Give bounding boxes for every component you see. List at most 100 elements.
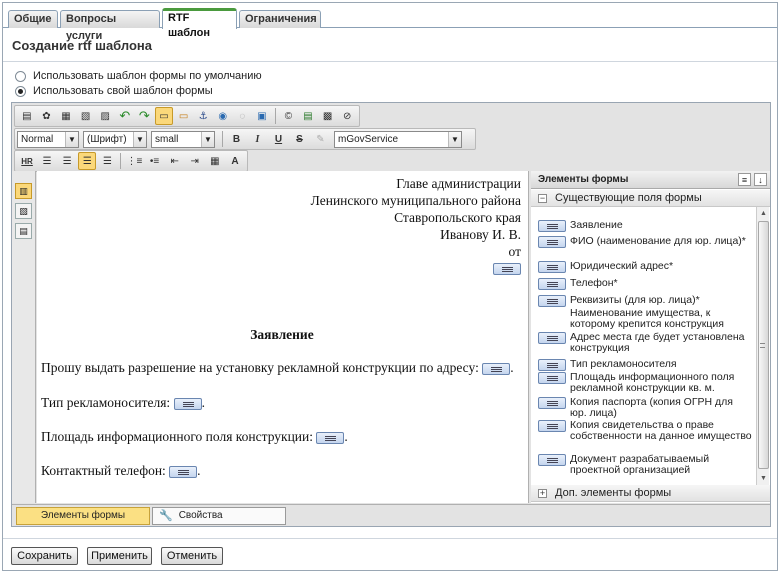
chevron-down-icon[interactable]: ▼ (65, 131, 78, 147)
new-document-icon[interactable]: ▤ (18, 107, 36, 125)
field-placeholder-icon[interactable] (173, 397, 202, 410)
align-left-icon[interactable]: ☰ (38, 152, 56, 170)
form-field-item[interactable]: Заявление (538, 220, 752, 232)
underline-button[interactable]: U (269, 130, 288, 148)
strikethrough-button[interactable]: S (290, 130, 309, 148)
form-field-item[interactable]: Реквизиты (для юр. лица)* (538, 295, 752, 307)
group-existing-fields[interactable]: − Существующие поля формы (531, 190, 770, 207)
field-icon (538, 359, 566, 371)
html-view-icon[interactable]: ▧ (15, 203, 32, 219)
font-color-icon[interactable]: ▦ (206, 152, 224, 170)
download-icon[interactable]: ↓ (754, 173, 767, 186)
tab-restrictions[interactable]: Ограничения (239, 10, 321, 28)
settings-icon[interactable]: ✿ (38, 107, 56, 125)
redo-icon[interactable]: ↷ (136, 107, 154, 125)
toolbar-row-1: ▤ ✿ ▦ ▧ ▨ ↶ ↷ ▭ ▭ ⚓ ◉ ◌ ▣ © ▤ ▩ ⊘ (14, 105, 360, 127)
font-size-select[interactable]: small ▼ (151, 130, 215, 148)
form-field-item[interactable]: Копия паспорта (копия ОГРН для юр. лица) (538, 397, 752, 419)
apply-button[interactable]: Применить (87, 547, 152, 565)
form-field-item[interactable]: Площадь информационного поля рекламной к… (538, 372, 752, 394)
undo-icon[interactable]: ↶ (116, 107, 134, 125)
field-label: Площадь информационного поля рекламной к… (570, 371, 735, 394)
field-label: Наименование имущества, к которому крепи… (570, 307, 724, 330)
field-placeholder-icon[interactable] (493, 262, 521, 275)
paste-icon[interactable]: ▦ (57, 107, 75, 125)
save-button[interactable]: Сохранить (11, 547, 78, 565)
form-field-item[interactable]: Копия свидетельства о праве собственност… (538, 420, 752, 442)
field-placeholder[interactable] (493, 260, 521, 276)
expand-icon[interactable]: + (538, 489, 547, 498)
paste-word-icon[interactable]: ▨ (96, 107, 114, 125)
tab-strip: Общие Вопросы услуги RTF шаблон Ограниче… (3, 3, 777, 42)
source-view-icon[interactable]: ▭ (155, 107, 173, 125)
field-placeholder-icon[interactable] (482, 362, 511, 375)
paragraph-suffix: . (197, 463, 201, 478)
document-canvas[interactable]: Главе администрации Ленинского муниципал… (37, 171, 529, 503)
list-view-icon[interactable]: ≡ (738, 173, 751, 186)
collapse-icon[interactable]: − (538, 194, 547, 203)
tab-label: Свойства (178, 510, 223, 521)
field-placeholder-icon[interactable] (316, 431, 345, 444)
clear-format-icon[interactable]: ⊘ (338, 107, 356, 125)
form-field-item[interactable]: Телефон* (538, 278, 752, 290)
scroll-down-icon[interactable]: ▼ (758, 473, 769, 484)
tab-properties[interactable]: 🔧 Свойства (152, 507, 286, 525)
copyright-icon[interactable]: © (280, 107, 298, 125)
bullet-list-icon[interactable]: •≡ (146, 152, 164, 170)
unlink-icon[interactable]: ◌ (234, 107, 252, 125)
field-placeholder-icon[interactable] (169, 465, 198, 478)
align-justify-icon[interactable]: ☰ (98, 152, 116, 170)
chevron-down-icon[interactable]: ▼ (448, 131, 461, 147)
form-field-item[interactable]: Документ разрабатываемый проектной орган… (538, 454, 752, 476)
cancel-button[interactable]: Отменить (161, 547, 223, 565)
numbered-list-icon[interactable]: ⋮≡ (125, 152, 143, 170)
highlight-color-icon[interactable]: A (226, 152, 244, 170)
document-paragraph: Контактный телефон: . (41, 463, 201, 479)
tab-rtf-template[interactable]: RTF шаблон (162, 8, 237, 39)
align-right-icon[interactable]: ☰ (78, 152, 97, 170)
chevron-down-icon[interactable]: ▼ (133, 131, 146, 147)
save-template-icon[interactable]: ▤ (299, 107, 317, 125)
font-family-select[interactable]: (Шрифт) ▼ (83, 130, 147, 148)
radio-default-template[interactable]: Использовать шаблон формы по умолчанию (15, 69, 262, 83)
image-icon[interactable]: ▣ (253, 107, 271, 125)
tab-service-questions[interactable]: Вопросы услуги (60, 10, 160, 42)
italic-button[interactable]: I (248, 130, 267, 148)
toolbar-row-3: HR ☰ ☰ ☰ ☰ ⋮≡ •≡ ⇤ ⇥ ▦ A (14, 150, 248, 172)
toolbar-separator (274, 108, 276, 124)
eraser-icon[interactable]: ✎ (311, 130, 330, 148)
link-icon[interactable]: ◉ (214, 107, 232, 125)
template-select[interactable]: mGovService ▼ (334, 130, 462, 148)
anchor-icon[interactable]: ⚓ (194, 107, 212, 125)
group-extra-elements[interactable]: + Доп. элементы формы (531, 485, 770, 502)
preview-icon[interactable]: ▤ (15, 223, 32, 239)
document-heading: Заявление (250, 327, 314, 342)
radio-button[interactable] (15, 70, 26, 82)
form-field-item[interactable]: Юридический адрес* (538, 261, 752, 273)
field-icon (538, 236, 566, 248)
form-field-item[interactable]: Наименование имущества, к которому крепи… (538, 308, 752, 330)
form-field-item[interactable]: Тип рекламоносителя (538, 359, 752, 371)
design-view-icon[interactable]: ▥ (15, 183, 32, 199)
paste-text-icon[interactable]: ▧ (77, 107, 95, 125)
field-label: Документ разрабатываемый проектной орган… (570, 453, 710, 476)
paragraph-style-select[interactable]: Normal ▼ (17, 130, 79, 148)
radio-button-checked[interactable] (15, 85, 26, 97)
chevron-down-icon[interactable]: ▼ (201, 131, 214, 147)
tab-form-elements[interactable]: Элементы формы (16, 507, 150, 525)
indent-icon[interactable]: ⇥ (186, 152, 204, 170)
floppy-icon[interactable]: ▩ (319, 107, 337, 125)
radio-custom-template[interactable]: Использовать свой шаблон формы (15, 84, 213, 98)
tab-general[interactable]: Общие (8, 10, 58, 28)
form-field-item[interactable]: Адрес места где будет установлена констр… (538, 332, 752, 354)
form-field-item[interactable]: ФИО (наименование для юр. лица)* (538, 236, 752, 248)
bold-button[interactable]: B (227, 130, 246, 148)
editor-side-toolbar: ▥ ▧ ▤ (12, 171, 36, 503)
align-center-icon[interactable]: ☰ (58, 152, 76, 170)
panel-scrollbar[interactable]: ▲ ▼ (756, 207, 769, 485)
horizontal-rule-button[interactable]: HR (18, 152, 36, 170)
field-icon (538, 295, 566, 307)
table-icon[interactable]: ▭ (175, 107, 193, 125)
outdent-icon[interactable]: ⇤ (166, 152, 184, 170)
scroll-up-icon[interactable]: ▲ (758, 208, 769, 219)
